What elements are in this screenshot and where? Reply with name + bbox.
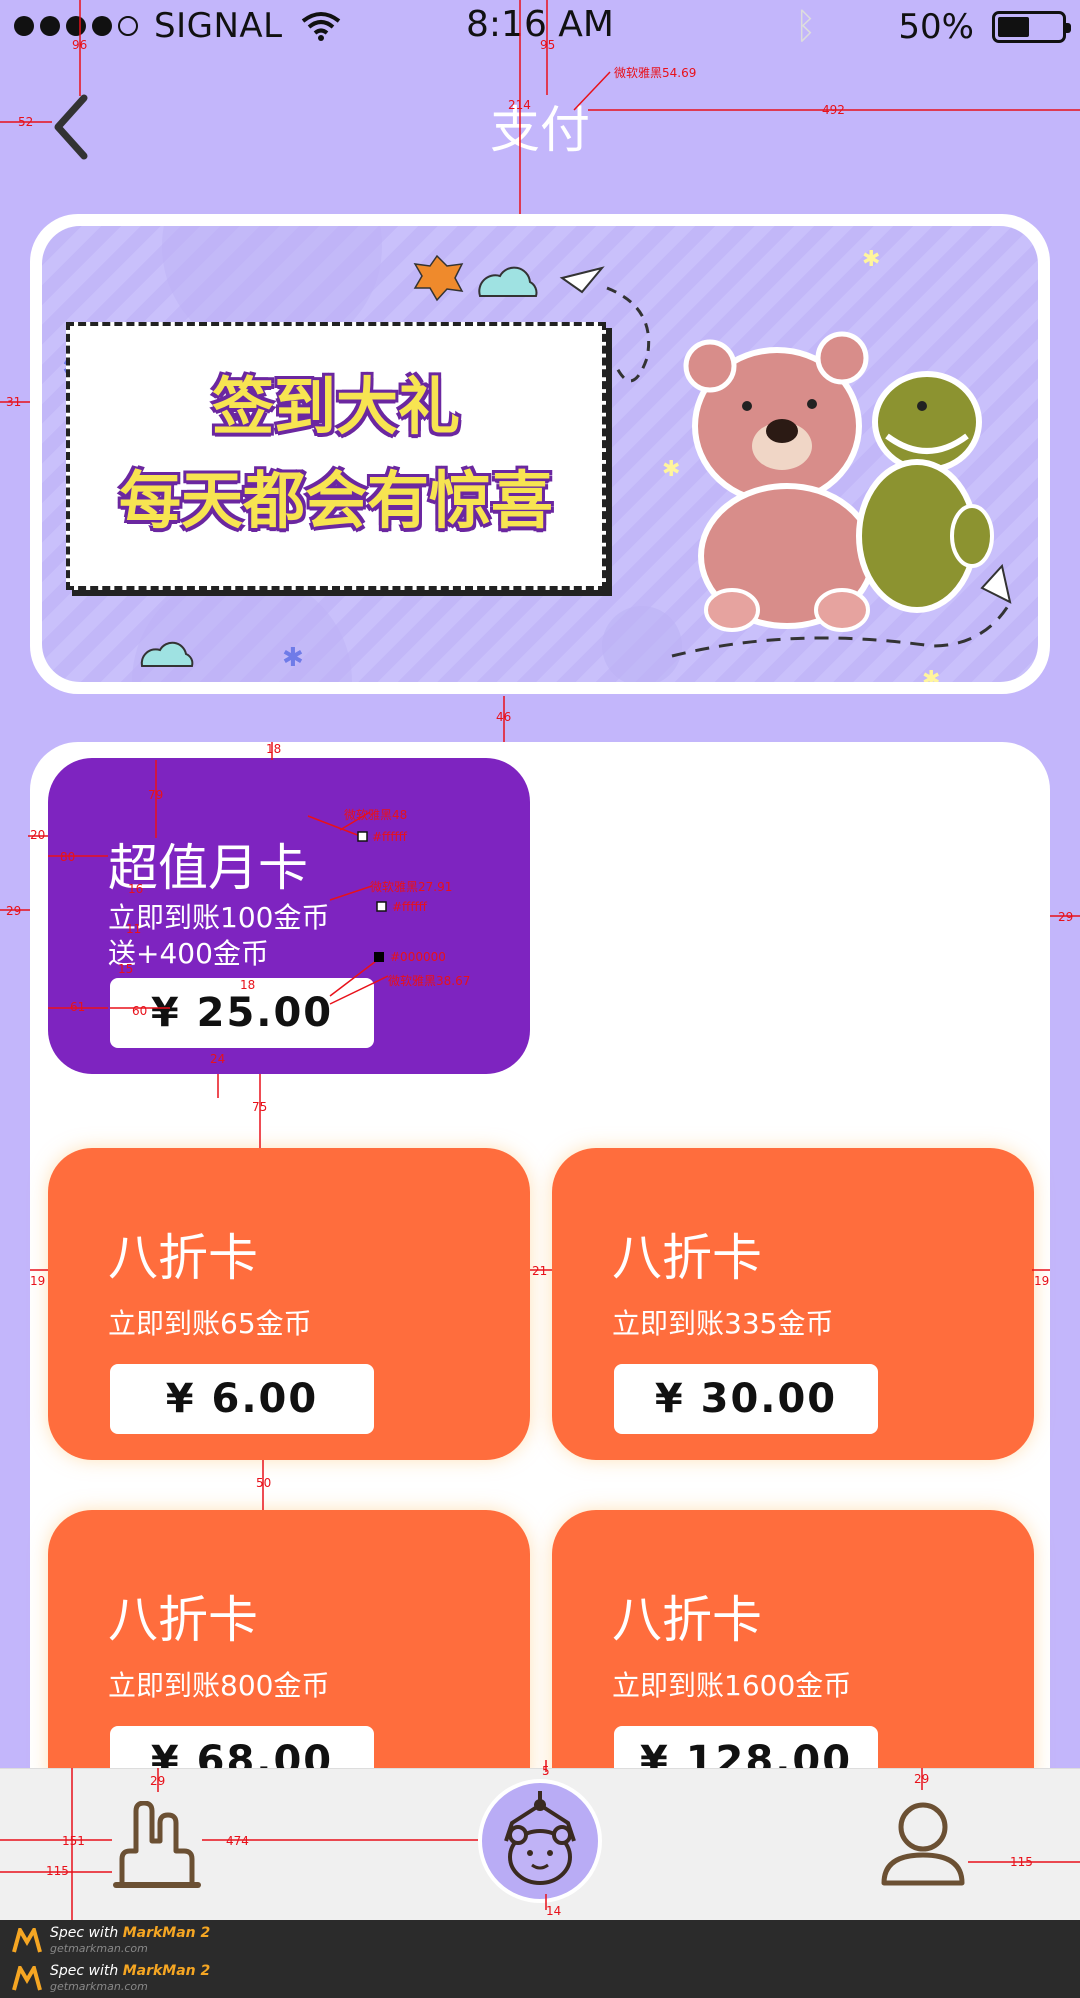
font-spec-label: 微软雅黑38.67 bbox=[388, 974, 471, 988]
markman-badge: Spec with MarkMan 2 getmarkman.com bbox=[12, 1926, 210, 1956]
measurement-label: 16 bbox=[128, 882, 144, 896]
measurement-label: 5 bbox=[542, 1764, 550, 1778]
card-subtitle: 立即到账335金币 bbox=[612, 1307, 834, 1340]
measurement-label: 79 bbox=[148, 788, 164, 802]
measurement-label: 29 bbox=[6, 904, 22, 918]
tab-claw-machine[interactable] bbox=[478, 1779, 602, 1903]
markman-footer: Spec with MarkMan 2 getmarkman.com Spec … bbox=[0, 1920, 1080, 1998]
card-subtitle: 立即到账1600金币 bbox=[612, 1669, 852, 1702]
measurement-label: 80 bbox=[60, 850, 76, 864]
measurement-label: 61 bbox=[70, 1000, 86, 1014]
measurement-label: 29 bbox=[150, 1774, 166, 1788]
svg-text:✱: ✱ bbox=[922, 667, 940, 682]
status-right: ᛒ 50% bbox=[794, 6, 1071, 47]
card-subtitle: 立即到账800金币 bbox=[108, 1669, 330, 1702]
font-spec-label: 微软雅黑48 bbox=[344, 808, 408, 822]
measurement-label: 14 bbox=[546, 1904, 562, 1918]
markman-brand: MarkMan 2 bbox=[122, 1925, 211, 1941]
markman-logo-icon bbox=[12, 1966, 42, 1991]
measurement-label: 29 bbox=[914, 1772, 930, 1786]
measurement-label: 95 bbox=[540, 38, 556, 52]
measurement-label: 46 bbox=[496, 710, 512, 724]
measurement-label: 214 bbox=[508, 98, 531, 112]
measurement-label: 21 bbox=[532, 1264, 548, 1278]
markman-prefix: Spec with bbox=[50, 1963, 119, 1979]
measurement-label: 492 bbox=[822, 103, 845, 117]
page-title: 支付 bbox=[490, 101, 590, 159]
measurement-label: 50 bbox=[256, 1476, 272, 1490]
measurement-label: 20 bbox=[30, 828, 46, 842]
card-title: 八折卡 bbox=[612, 1591, 762, 1649]
color-spec-label: #ffffff bbox=[372, 830, 407, 844]
measurement-label: 151 bbox=[62, 1834, 85, 1848]
measurement-label: 60 bbox=[132, 1004, 148, 1018]
measurement-label: 75 bbox=[252, 1100, 268, 1114]
hand-icon[interactable] bbox=[112, 1801, 202, 1891]
claw-machine-icon bbox=[504, 1791, 576, 1885]
card-title: 八折卡 bbox=[108, 1591, 258, 1649]
card-title: 八折卡 bbox=[108, 1229, 258, 1287]
tab-bar bbox=[0, 1768, 1080, 1920]
font-spec-label: 微软雅黑54.69 bbox=[614, 66, 697, 80]
measurement-label: 18 bbox=[266, 742, 282, 756]
svg-text:✱: ✱ bbox=[862, 247, 880, 272]
markman-text: Spec with MarkMan 2 getmarkman.com bbox=[50, 1926, 210, 1956]
measurement-label: 96 bbox=[72, 38, 88, 52]
markman-badge: Spec with MarkMan 2 getmarkman.com bbox=[12, 1964, 210, 1994]
color-spec-label: #ffffff bbox=[392, 900, 427, 914]
battery-icon bbox=[992, 10, 1071, 43]
measurement-label: 52 bbox=[18, 115, 34, 129]
banner-headline: 签到大礼 bbox=[211, 370, 460, 443]
color-spec-label: #000000 bbox=[390, 950, 446, 964]
markman-logo-icon bbox=[12, 1928, 42, 1953]
measurement-label: 115 bbox=[1010, 1855, 1033, 1869]
measurement-label: 19 bbox=[30, 1274, 46, 1288]
price-button[interactable]: ¥ 6.00 bbox=[110, 1364, 374, 1434]
measurement-label: 18 bbox=[240, 978, 256, 992]
sign-board: 签到大礼 每天都会有惊喜 bbox=[66, 322, 606, 590]
user-icon[interactable] bbox=[878, 1799, 968, 1889]
card-subtitle: 立即到账65金币 bbox=[108, 1307, 312, 1340]
banner-image: ✱ ✱ ✱ ✱ ✱ ✱ ✱ 签到大礼 每天都会有惊喜 bbox=[42, 226, 1038, 682]
font-spec-label: 微软雅黑27.91 bbox=[370, 880, 453, 894]
svg-text:✱: ✱ bbox=[282, 643, 304, 673]
price-button[interactable]: ¥ 30.00 bbox=[614, 1364, 878, 1434]
discount-card[interactable]: 八折卡 立即到账335金币 ¥ 30.00 bbox=[552, 1148, 1034, 1460]
discount-card[interactable]: 八折卡 立即到账1600金币 ¥ 128.00 bbox=[552, 1510, 1034, 1796]
monthly-card[interactable]: 超值月卡 立即到账100金币 送+400金币 ¥ 25.00 bbox=[48, 758, 530, 1074]
markman-text: Spec with MarkMan 2 getmarkman.com bbox=[50, 1964, 210, 1994]
discount-card[interactable]: 八折卡 立即到账800金币 ¥ 68.00 bbox=[48, 1510, 530, 1796]
discount-card[interactable]: 八折卡 立即到账65金币 ¥ 6.00 bbox=[48, 1148, 530, 1460]
sign-in-banner[interactable]: ✱ ✱ ✱ ✱ ✱ ✱ ✱ 签到大礼 每天都会有惊喜 bbox=[30, 214, 1050, 694]
measurement-label: 24 bbox=[210, 1052, 226, 1066]
banner-subline: 每天都会有惊喜 bbox=[118, 464, 553, 537]
measurement-label: 29 bbox=[1058, 910, 1074, 924]
measurement-label: 11 bbox=[126, 922, 142, 936]
markman-url: getmarkman.com bbox=[50, 1980, 148, 1993]
measurement-label: 474 bbox=[226, 1834, 249, 1848]
bluetooth-icon: ᛒ bbox=[794, 6, 817, 47]
svg-text:✱: ✱ bbox=[662, 457, 680, 482]
measurement-label: 15 bbox=[118, 962, 134, 976]
battery-percent: 50% bbox=[898, 6, 974, 47]
markman-brand: MarkMan 2 bbox=[122, 1963, 211, 1979]
measurement-label: 115 bbox=[46, 1864, 69, 1878]
markman-prefix: Spec with bbox=[50, 1925, 119, 1941]
markman-url: getmarkman.com bbox=[50, 1942, 148, 1955]
measurement-label: 31 bbox=[6, 395, 22, 409]
card-title: 八折卡 bbox=[612, 1229, 762, 1287]
measurement-label: 19 bbox=[1034, 1274, 1050, 1288]
